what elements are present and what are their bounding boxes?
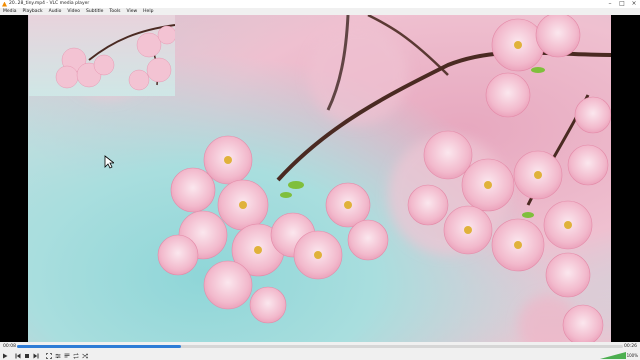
preview-thumbnail xyxy=(29,15,175,96)
shuffle-icon xyxy=(82,353,88,358)
fullscreen-button[interactable] xyxy=(45,352,53,360)
menu-subtitle[interactable]: Subtitle xyxy=(83,8,106,15)
stop-icon xyxy=(25,353,29,358)
stop-button[interactable] xyxy=(23,352,31,360)
elapsed-time: 00:08 xyxy=(3,344,16,349)
play-icon xyxy=(3,353,8,358)
minimize-icon[interactable]: – xyxy=(604,0,616,8)
volume-slider[interactable] xyxy=(600,352,626,359)
total-time: 00:26 xyxy=(624,344,637,349)
seek-slider[interactable] xyxy=(17,345,623,348)
seek-progress xyxy=(17,345,181,348)
window-title: 20..28_tiny.mp4 - VLC media player xyxy=(9,1,90,6)
mouse-cursor-icon xyxy=(104,155,114,169)
play-button[interactable] xyxy=(1,352,9,360)
seek-bar-area: 00:08 00:26 xyxy=(0,342,640,351)
window-controls: – □ × xyxy=(604,0,640,8)
menu-tools[interactable]: Tools xyxy=(106,8,123,15)
video-area[interactable] xyxy=(0,15,640,342)
menu-video[interactable]: Video xyxy=(64,8,83,15)
menu-audio[interactable]: Audio xyxy=(46,8,65,15)
menu-help[interactable]: Help xyxy=(140,8,156,15)
close-icon[interactable]: × xyxy=(628,0,640,8)
extended-settings-button[interactable] xyxy=(54,352,62,360)
menu-bar: Media Playback Audio Video Subtitle Tool… xyxy=(0,8,640,15)
menu-media[interactable]: Media xyxy=(0,8,20,15)
title-bar: 20..28_tiny.mp4 - VLC media player – □ × xyxy=(0,0,640,8)
extended-settings-icon xyxy=(55,353,61,358)
volume-percentage: 100% xyxy=(626,353,638,358)
shuffle-button[interactable] xyxy=(81,352,89,360)
menu-playback[interactable]: Playback xyxy=(20,8,46,15)
fullscreen-icon xyxy=(46,352,52,359)
control-bar: 100% xyxy=(0,351,640,360)
menu-view[interactable]: View xyxy=(123,8,140,15)
thumbnail-image xyxy=(55,24,175,91)
previous-icon xyxy=(15,353,21,358)
vlc-cone-icon xyxy=(2,1,7,7)
loop-button[interactable] xyxy=(72,352,80,360)
maximize-icon[interactable]: □ xyxy=(616,0,628,8)
playlist-icon xyxy=(64,353,70,357)
next-icon xyxy=(33,353,39,358)
next-button[interactable] xyxy=(32,352,40,360)
loop-icon xyxy=(73,352,79,359)
previous-button[interactable] xyxy=(14,352,22,360)
playlist-button[interactable] xyxy=(63,352,71,360)
